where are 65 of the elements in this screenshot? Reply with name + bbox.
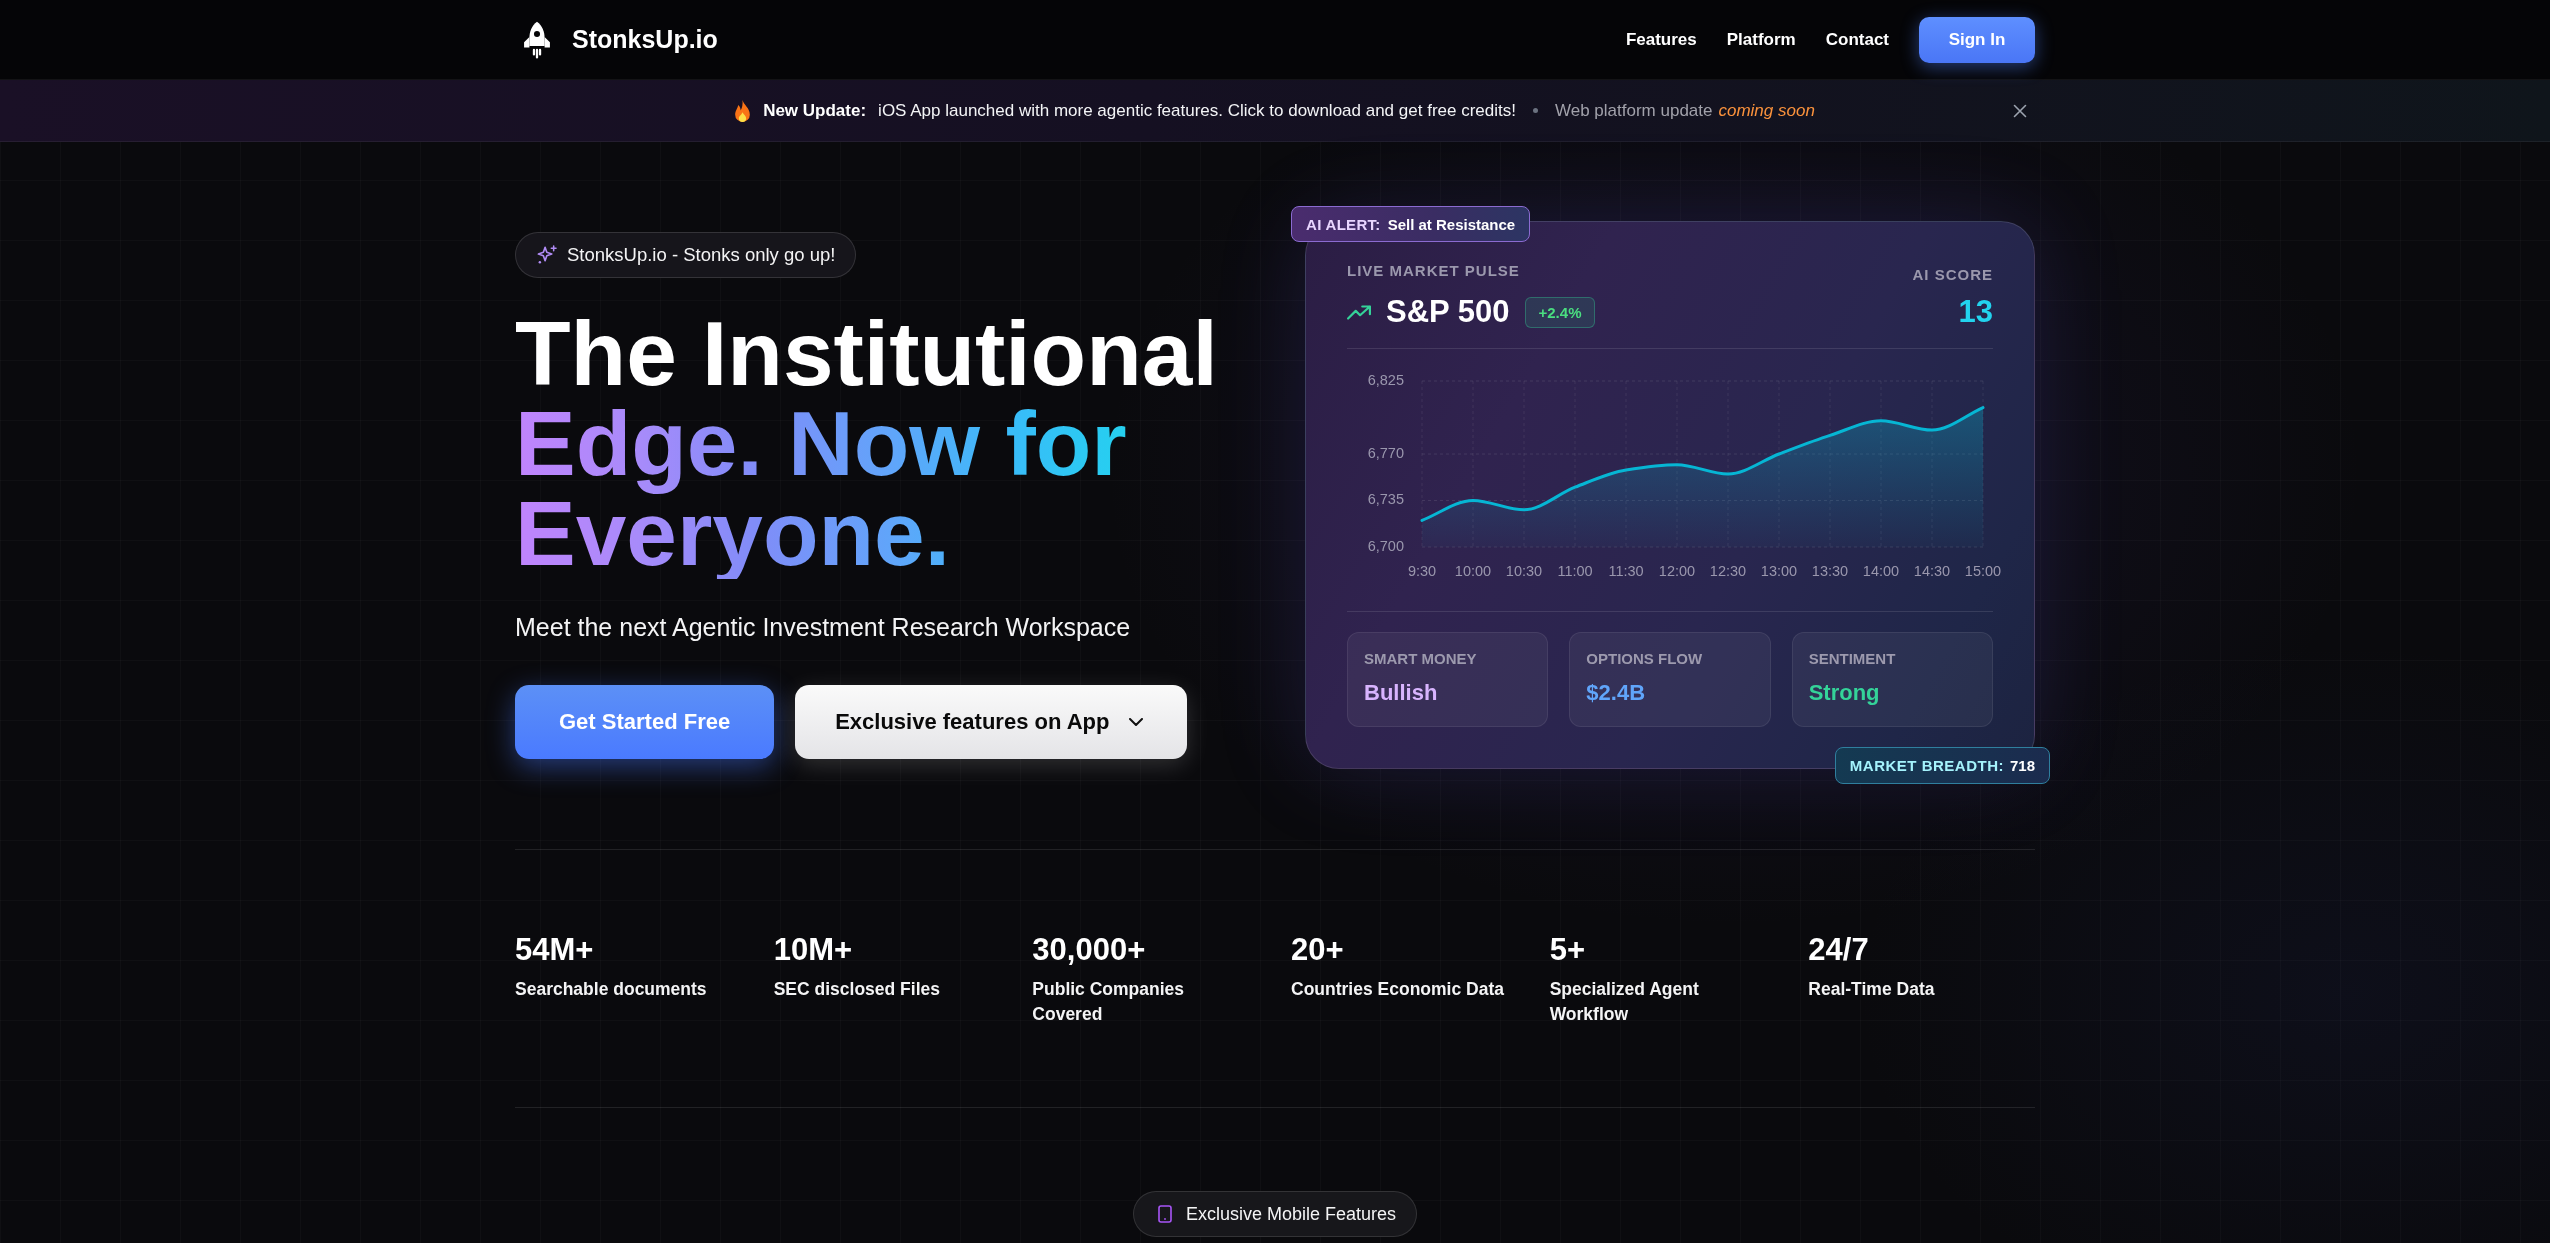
card-eyebrow: LIVE MARKET PULSE: [1347, 262, 1520, 280]
score-label: AI SCORE: [1912, 266, 1993, 284]
x-axis-label: 10:00: [1454, 562, 1492, 579]
x-axis-label: 13:00: [1760, 562, 1798, 579]
y-axis-label: 6,770: [1367, 444, 1404, 461]
stat-label: Searchable documents: [515, 978, 707, 1001]
close-icon[interactable]: [2013, 104, 2027, 118]
x-axis-label: 12:00: [1658, 562, 1696, 579]
chevron-down-icon: [1129, 718, 1144, 726]
sparkle-icon: [537, 245, 557, 265]
metric-value: Bullish: [1364, 680, 1438, 706]
rocket-icon[interactable]: [523, 20, 551, 59]
alert-label: AI ALERT:: [1306, 215, 1381, 233]
stat-value: 24/7: [1808, 932, 1869, 968]
x-axis-label: 9:30: [1407, 562, 1437, 579]
x-axis-label: 12:30: [1709, 562, 1747, 579]
x-axis-label: 14:00: [1862, 562, 1900, 579]
nav-link[interactable]: Features: [1625, 29, 1697, 50]
x-axis-label: 13:30: [1811, 562, 1849, 579]
coming-soon-text: coming soon: [1718, 100, 1815, 121]
brand-name[interactable]: StonksUp.io: [572, 25, 718, 54]
app-features-button[interactable]: Exclusive features on App: [795, 685, 1188, 759]
y-axis-label: 6,735: [1367, 491, 1404, 508]
stat-value: 30,000+: [1032, 932, 1146, 968]
phone-icon: [1157, 1205, 1172, 1223]
stat-value: 5+: [1549, 932, 1585, 968]
y-axis-label: 6,825: [1367, 371, 1404, 388]
x-axis-label: 10:30: [1505, 562, 1543, 579]
nav-link[interactable]: Contact: [1825, 29, 1889, 50]
nav-link[interactable]: Platform: [1726, 29, 1796, 50]
tagline-text: StonksUp.io - Stonks only go up!: [567, 244, 836, 266]
section-badge-text: Exclusive Mobile Features: [1185, 1203, 1397, 1225]
x-axis-label: 14:30: [1913, 562, 1951, 579]
stat-value: 20+: [1291, 932, 1344, 968]
update-label: New Update:: [763, 100, 867, 121]
x-axis-label: 11:30: [1608, 562, 1644, 579]
hero-title: The Institutional: [515, 309, 1218, 399]
bullet-dot-icon: [1532, 108, 1538, 113]
stat-value: 54M+: [515, 932, 594, 968]
score-value: 13: [1958, 294, 1993, 330]
update-message[interactable]: iOS App launched with more agentic features. Click to download and get free credits!: [878, 100, 1516, 121]
metric-label: SENTIMENT: [1808, 650, 1896, 668]
metric-value: Strong: [1808, 680, 1880, 706]
metric-label: OPTIONS FLOW: [1586, 650, 1703, 668]
y-axis-label: 6,700: [1367, 537, 1404, 554]
index-name: S&P 500: [1386, 294, 1510, 330]
change-badge: +2.4%: [1524, 296, 1596, 328]
stat-label: Public Companies Covered: [1032, 978, 1186, 1026]
sign-in-button[interactable]: Sign In: [1919, 16, 2035, 63]
stat-label: Specialized Agent Workflow: [1549, 978, 1700, 1026]
stat-value: 10M+: [773, 932, 853, 968]
platform-update-text: Web platform update: [1554, 100, 1713, 121]
trend-up-icon: [1347, 304, 1371, 320]
hero-subtitle: Meet the next Agentic Investment Research Workspace: [515, 612, 1131, 642]
flame-icon: [735, 99, 751, 122]
metric-value: $2.4B: [1586, 680, 1646, 706]
stat-label: Real-Time Data: [1808, 978, 1935, 1001]
alert-text: Sell at Resistance: [1387, 215, 1516, 233]
x-axis-label: 11:00: [1557, 562, 1593, 579]
breadth-value: 718: [2009, 757, 2035, 774]
metric-label: SMART MONEY: [1364, 650, 1477, 668]
stat-label: SEC disclosed Files: [773, 978, 940, 1001]
breadth-label: MARKET BREADTH:: [1849, 757, 2004, 774]
x-axis-label: 15:00: [1964, 562, 2002, 579]
stat-label: Countries Economic Data: [1291, 978, 1504, 1001]
